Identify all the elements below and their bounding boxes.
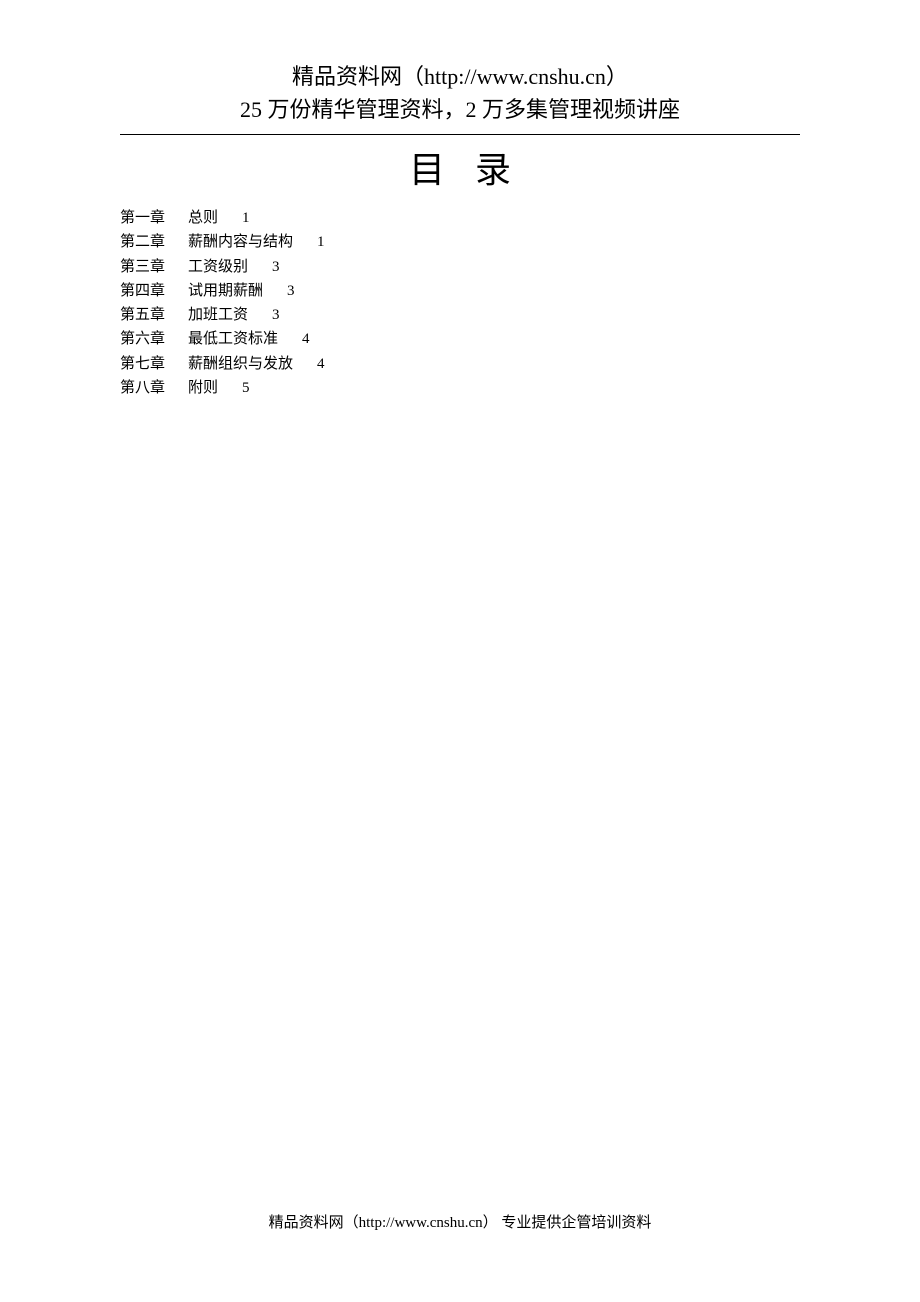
header-line-2: 25 万份精华管理资料，2 万多集管理视频讲座 [120,93,800,126]
toc-name: 薪酬组织与发放 [188,353,293,376]
toc-chapter: 第三章 [120,256,178,279]
toc-chapter: 第四章 [120,280,178,303]
toc-page: 3 [287,280,295,303]
header-line-1: 精品资料网（http://www.cnshu.cn） [120,60,800,93]
toc-row: 第二章 薪酬内容与结构 1 [120,231,800,254]
title-char-1: 目 [409,150,475,190]
toc-name: 试用期薪酬 [188,280,263,303]
toc-page: 3 [272,256,280,279]
title-char-2: 录 [475,150,511,190]
toc-name: 附则 [188,377,218,400]
table-of-contents: 第一章 总则 1 第二章 薪酬内容与结构 1 第三章 工资级别 3 第四章 试用… [120,207,800,400]
toc-name: 总则 [188,207,218,230]
toc-page: 4 [302,328,310,351]
toc-chapter: 第六章 [120,328,178,351]
toc-chapter: 第一章 [120,207,178,230]
toc-chapter: 第五章 [120,304,178,327]
toc-name: 工资级别 [188,256,248,279]
toc-row: 第三章 工资级别 3 [120,256,800,279]
toc-row: 第五章 加班工资 3 [120,304,800,327]
toc-page: 4 [317,353,325,376]
toc-row: 第八章 附则 5 [120,377,800,400]
toc-page: 1 [317,231,325,254]
toc-page: 3 [272,304,280,327]
toc-chapter: 第二章 [120,231,178,254]
toc-row: 第六章 最低工资标准 4 [120,328,800,351]
toc-chapter: 第八章 [120,377,178,400]
toc-page: 5 [242,377,250,400]
page-header: 精品资料网（http://www.cnshu.cn） 25 万份精华管理资料，2… [120,60,800,135]
toc-row: 第一章 总则 1 [120,207,800,230]
toc-page: 1 [242,207,250,230]
toc-chapter: 第七章 [120,353,178,376]
toc-name: 最低工资标准 [188,328,278,351]
toc-name: 加班工资 [188,304,248,327]
toc-row: 第七章 薪酬组织与发放 4 [120,353,800,376]
toc-name: 薪酬内容与结构 [188,231,293,254]
page-footer: 精品资料网（http://www.cnshu.cn） 专业提供企管培训资料 [0,1211,920,1232]
toc-title: 目录 [120,141,800,193]
toc-row: 第四章 试用期薪酬 3 [120,280,800,303]
